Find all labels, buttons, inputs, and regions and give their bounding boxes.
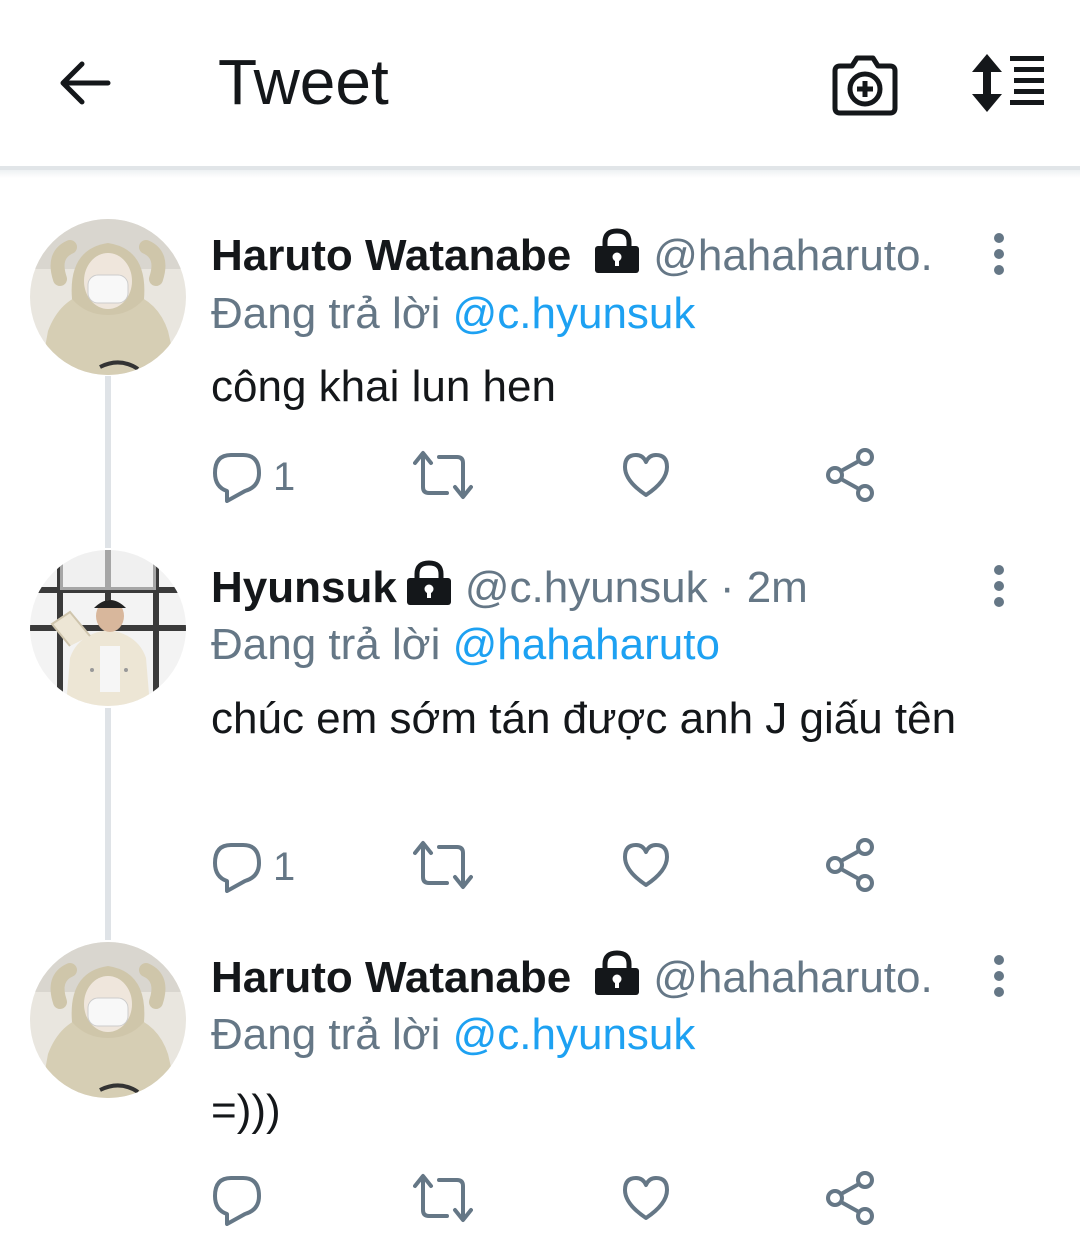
- replying-to-label: Đang trả lời: [211, 289, 441, 338]
- back-button[interactable]: [52, 50, 118, 116]
- tweet-actions: 1: [211, 447, 911, 507]
- replying-to: Đang trả lời @c.hyunsuk: [211, 284, 695, 344]
- display-name[interactable]: Haruto Watanabe: [211, 953, 571, 1002]
- avatar[interactable]: [30, 550, 186, 706]
- heart-icon: [623, 453, 669, 497]
- tweet-text: công khai lun hen: [211, 362, 556, 411]
- top-app-bar: Tweet: [0, 0, 1080, 166]
- retweet-icon: [413, 841, 473, 889]
- tweet-text: chúc em sớm tán được anh J giấu tên: [211, 694, 957, 743]
- mention-link[interactable]: @c.hyunsuk: [453, 289, 696, 338]
- share-icon: [826, 1171, 874, 1225]
- header-shadow: [0, 170, 1080, 178]
- user-handle: @c.hyunsuk · 2m: [464, 563, 808, 612]
- display-name[interactable]: Haruto Watanabe: [211, 231, 571, 280]
- tweet-actions: [211, 1170, 911, 1230]
- retweet-button[interactable]: [413, 447, 473, 507]
- like-button[interactable]: [621, 1170, 671, 1230]
- page-title: Tweet: [218, 46, 389, 118]
- like-button[interactable]: [621, 447, 671, 507]
- thread-line: [105, 376, 111, 548]
- tweet-actions: 1: [211, 837, 911, 897]
- retweet-button[interactable]: [413, 1170, 473, 1230]
- camera-plus-icon: [832, 55, 898, 116]
- more-options-button[interactable]: [984, 232, 1014, 278]
- replying-to-label: Đang trả lời: [211, 1010, 441, 1059]
- tweet-text: =))): [211, 1086, 281, 1135]
- thread-line: [105, 708, 111, 940]
- share-icon: [826, 448, 874, 502]
- reply-icon: [213, 843, 261, 893]
- reply-count: 1: [273, 845, 296, 889]
- replying-to: Đang trả lời @c.hyunsuk: [211, 1005, 695, 1065]
- tweet-header: Haruto Watanabe @hahaharuto.: [211, 226, 933, 286]
- share-button[interactable]: [825, 837, 875, 897]
- avatar[interactable]: [30, 219, 186, 375]
- sort-lines-icon: [972, 54, 1044, 112]
- share-button[interactable]: [825, 1170, 875, 1230]
- replying-to: Đang trả lời @hahaharuto: [211, 615, 720, 675]
- more-options-button[interactable]: [984, 564, 1014, 610]
- like-button[interactable]: [621, 837, 671, 897]
- more-options-button[interactable]: [984, 954, 1014, 1000]
- retweet-icon: [413, 451, 473, 499]
- retweet-icon: [413, 1174, 473, 1222]
- mention-link[interactable]: @hahaharuto: [453, 620, 720, 669]
- replying-to-label: Đang trả lời: [211, 620, 441, 669]
- reply-icon: [213, 453, 261, 503]
- more-vertical-icon: [994, 955, 1004, 997]
- camera-button[interactable]: [830, 52, 900, 118]
- reply-button[interactable]: [211, 1170, 321, 1230]
- more-vertical-icon: [994, 565, 1004, 607]
- heart-icon: [623, 843, 669, 887]
- sort-button[interactable]: [968, 52, 1050, 114]
- heart-icon: [623, 1176, 669, 1220]
- reply-button[interactable]: 1: [211, 837, 321, 897]
- lock-icon: [593, 950, 641, 1012]
- reply-icon: [213, 1176, 261, 1226]
- display-name[interactable]: Hyunsuk: [211, 563, 397, 612]
- retweet-button[interactable]: [413, 837, 473, 897]
- mention-link[interactable]: @c.hyunsuk: [453, 1010, 696, 1059]
- reply-button[interactable]: 1: [211, 447, 321, 507]
- share-button[interactable]: [825, 447, 875, 507]
- tweet-header: Hyunsuk @c.hyunsuk · 2m: [211, 558, 808, 618]
- more-vertical-icon: [994, 233, 1004, 275]
- share-icon: [826, 838, 874, 892]
- user-handle: @hahaharuto.: [653, 231, 933, 280]
- user-handle: @hahaharuto.: [653, 953, 933, 1002]
- reply-count: 1: [273, 455, 296, 499]
- back-arrow-icon: [60, 61, 111, 105]
- tweet-header: Haruto Watanabe @hahaharuto.: [211, 948, 933, 1008]
- avatar[interactable]: [30, 942, 186, 1098]
- lock-icon: [405, 560, 453, 622]
- lock-icon: [593, 228, 641, 290]
